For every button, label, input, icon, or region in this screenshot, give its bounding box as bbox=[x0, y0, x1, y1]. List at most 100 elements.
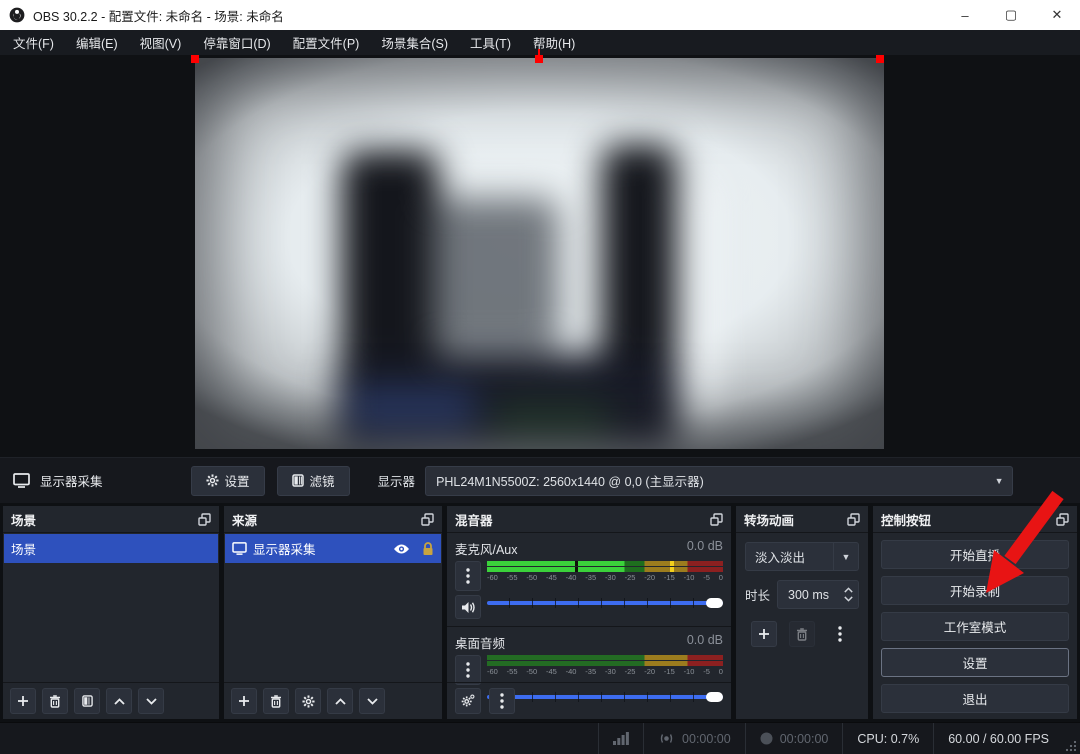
move-source-down-button[interactable] bbox=[359, 688, 385, 714]
cpu-usage: CPU: 0.7% bbox=[857, 732, 919, 746]
popout-dock-icon[interactable] bbox=[710, 513, 723, 526]
speaker-icon bbox=[461, 601, 476, 614]
selection-handle-top-right[interactable] bbox=[876, 55, 884, 63]
source-properties-button[interactable] bbox=[295, 688, 321, 714]
transition-select-dropdown[interactable]: 淡入淡出 ▼ bbox=[745, 542, 859, 571]
mic-slider-knob[interactable] bbox=[706, 598, 723, 608]
move-source-up-button[interactable] bbox=[327, 688, 353, 714]
mixer-toolbar bbox=[447, 682, 731, 719]
controls-panel: 控制按钮 开始直播 开始录制 工作室模式 设置 退出 bbox=[873, 506, 1077, 719]
fps-value: 60.00 / 60.00 FPS bbox=[948, 732, 1049, 746]
remove-source-button[interactable] bbox=[263, 688, 289, 714]
transitions-panel-header[interactable]: 转场动画 bbox=[736, 506, 868, 533]
menu-tools[interactable]: 工具(T) bbox=[459, 30, 522, 55]
broadcast-icon bbox=[658, 732, 675, 745]
mic-options-button[interactable] bbox=[455, 561, 481, 591]
spin-up-icon[interactable] bbox=[844, 587, 853, 593]
plus-icon bbox=[758, 628, 770, 640]
stream-health-segment bbox=[598, 723, 643, 754]
popout-dock-icon[interactable] bbox=[198, 513, 211, 526]
scene-list-item[interactable]: 场景 bbox=[4, 534, 218, 563]
start-streaming-button[interactable]: 开始直播 bbox=[881, 540, 1069, 569]
desktop-channel-name: 桌面音频 bbox=[455, 633, 505, 652]
duration-value: 300 ms bbox=[778, 588, 838, 602]
menu-docks[interactable]: 停靠窗口(D) bbox=[192, 30, 281, 55]
mixer-menu-button[interactable] bbox=[489, 688, 515, 714]
source-list-item[interactable]: 显示器采集 bbox=[225, 534, 441, 563]
minimize-button[interactable]: – bbox=[942, 0, 988, 30]
remove-transition-button[interactable] bbox=[789, 621, 815, 647]
maximize-button[interactable]: ▢ bbox=[988, 0, 1034, 30]
chevron-down-icon bbox=[146, 698, 157, 705]
add-source-button[interactable] bbox=[231, 688, 257, 714]
transition-select-value: 淡入淡出 bbox=[746, 547, 833, 566]
scene-filters-button[interactable] bbox=[74, 688, 100, 714]
filter-icon bbox=[82, 695, 93, 707]
desktop-options-button[interactable] bbox=[455, 655, 481, 685]
selection-handle-top-center[interactable] bbox=[535, 55, 543, 63]
controls-panel-header[interactable]: 控制按钮 bbox=[873, 506, 1077, 533]
scenes-toolbar bbox=[3, 682, 219, 719]
sources-panel: 来源 显示器采集 bbox=[224, 506, 442, 719]
source-properties-label: 设置 bbox=[225, 471, 250, 490]
visibility-eye-icon[interactable] bbox=[393, 543, 410, 555]
menu-scene-collection[interactable]: 场景集合(S) bbox=[370, 30, 459, 55]
record-timer-segment: 00:00:00 bbox=[745, 723, 843, 754]
studio-mode-button[interactable]: 工作室模式 bbox=[881, 612, 1069, 641]
source-properties-button[interactable]: 设置 bbox=[191, 466, 265, 496]
transition-properties-button[interactable] bbox=[827, 621, 853, 647]
menu-profile[interactable]: 配置文件(P) bbox=[282, 30, 371, 55]
scenes-panel-header[interactable]: 场景 bbox=[3, 506, 219, 533]
spin-down-icon[interactable] bbox=[844, 596, 853, 602]
menu-edit[interactable]: 编辑(E) bbox=[65, 30, 129, 55]
scenes-panel-title: 场景 bbox=[11, 510, 36, 529]
trash-icon bbox=[796, 628, 808, 641]
chevron-up-icon bbox=[335, 698, 346, 705]
duration-spinbox[interactable]: 300 ms bbox=[777, 580, 859, 609]
settings-button[interactable]: 设置 bbox=[881, 648, 1069, 677]
monitor-icon bbox=[13, 473, 30, 488]
chevron-down-icon: ▼ bbox=[833, 543, 858, 570]
preview-canvas[interactable] bbox=[195, 58, 884, 449]
move-scene-up-button[interactable] bbox=[106, 688, 132, 714]
scene-item-label: 场景 bbox=[11, 539, 36, 558]
source-item-label: 显示器采集 bbox=[253, 539, 316, 558]
mixer-panel-header[interactable]: 混音器 bbox=[447, 506, 731, 533]
popout-dock-icon[interactable] bbox=[847, 513, 860, 526]
desktop-meter-scale: -60-55-50-45-40-35-30-25-20-15-10-50 bbox=[487, 667, 723, 676]
popout-dock-icon[interactable] bbox=[1056, 513, 1069, 526]
mixer-panel-title: 混音器 bbox=[455, 510, 493, 529]
status-bar: 00:00:00 00:00:00 CPU: 0.7% 60.00 / 60.0… bbox=[0, 722, 1080, 754]
display-select-dropdown[interactable]: PHL24M1N5500Z: 2560x1440 @ 0,0 (主显示器) ▼ bbox=[425, 466, 1013, 496]
lock-icon[interactable] bbox=[422, 542, 434, 556]
advanced-audio-properties-button[interactable] bbox=[455, 688, 481, 714]
mic-mute-button[interactable] bbox=[455, 595, 481, 619]
dock-area: 场景 场景 bbox=[0, 503, 1080, 722]
sources-panel-header[interactable]: 来源 bbox=[224, 506, 442, 533]
source-toolbar: 显示器采集 设置 滤镜 显示器 PH bbox=[0, 457, 1080, 503]
remove-scene-button[interactable] bbox=[42, 688, 68, 714]
sources-toolbar bbox=[224, 682, 442, 719]
popout-dock-icon[interactable] bbox=[421, 513, 434, 526]
move-scene-down-button[interactable] bbox=[138, 688, 164, 714]
desktop-volume-meter: -60-55-50-45-40-35-30-25-20-15-10-50 bbox=[487, 655, 723, 685]
menu-file[interactable]: 文件(F) bbox=[2, 30, 65, 55]
menu-help[interactable]: 帮助(H) bbox=[522, 30, 586, 55]
menu-view[interactable]: 视图(V) bbox=[129, 30, 193, 55]
source-filters-button[interactable]: 滤镜 bbox=[277, 466, 350, 496]
transitions-body: 淡入淡出 ▼ 时长 300 ms bbox=[736, 533, 868, 647]
kebab-menu-icon bbox=[500, 693, 504, 709]
chevron-down-icon: ▼ bbox=[986, 467, 1012, 495]
start-recording-button[interactable]: 开始录制 bbox=[881, 576, 1069, 605]
add-scene-button[interactable] bbox=[10, 688, 36, 714]
chevron-up-icon bbox=[114, 698, 125, 705]
plus-icon bbox=[238, 695, 250, 707]
mic-channel-name: 麦克风/Aux bbox=[455, 539, 518, 558]
selection-handle-top-left[interactable] bbox=[191, 55, 199, 63]
add-transition-button[interactable] bbox=[751, 621, 777, 647]
close-button[interactable]: ✕ bbox=[1034, 0, 1080, 30]
selected-source-label: 显示器采集 bbox=[40, 471, 103, 490]
resize-grip[interactable] bbox=[1065, 740, 1077, 752]
exit-button[interactable]: 退出 bbox=[881, 684, 1069, 713]
mic-volume-slider[interactable] bbox=[487, 595, 723, 611]
